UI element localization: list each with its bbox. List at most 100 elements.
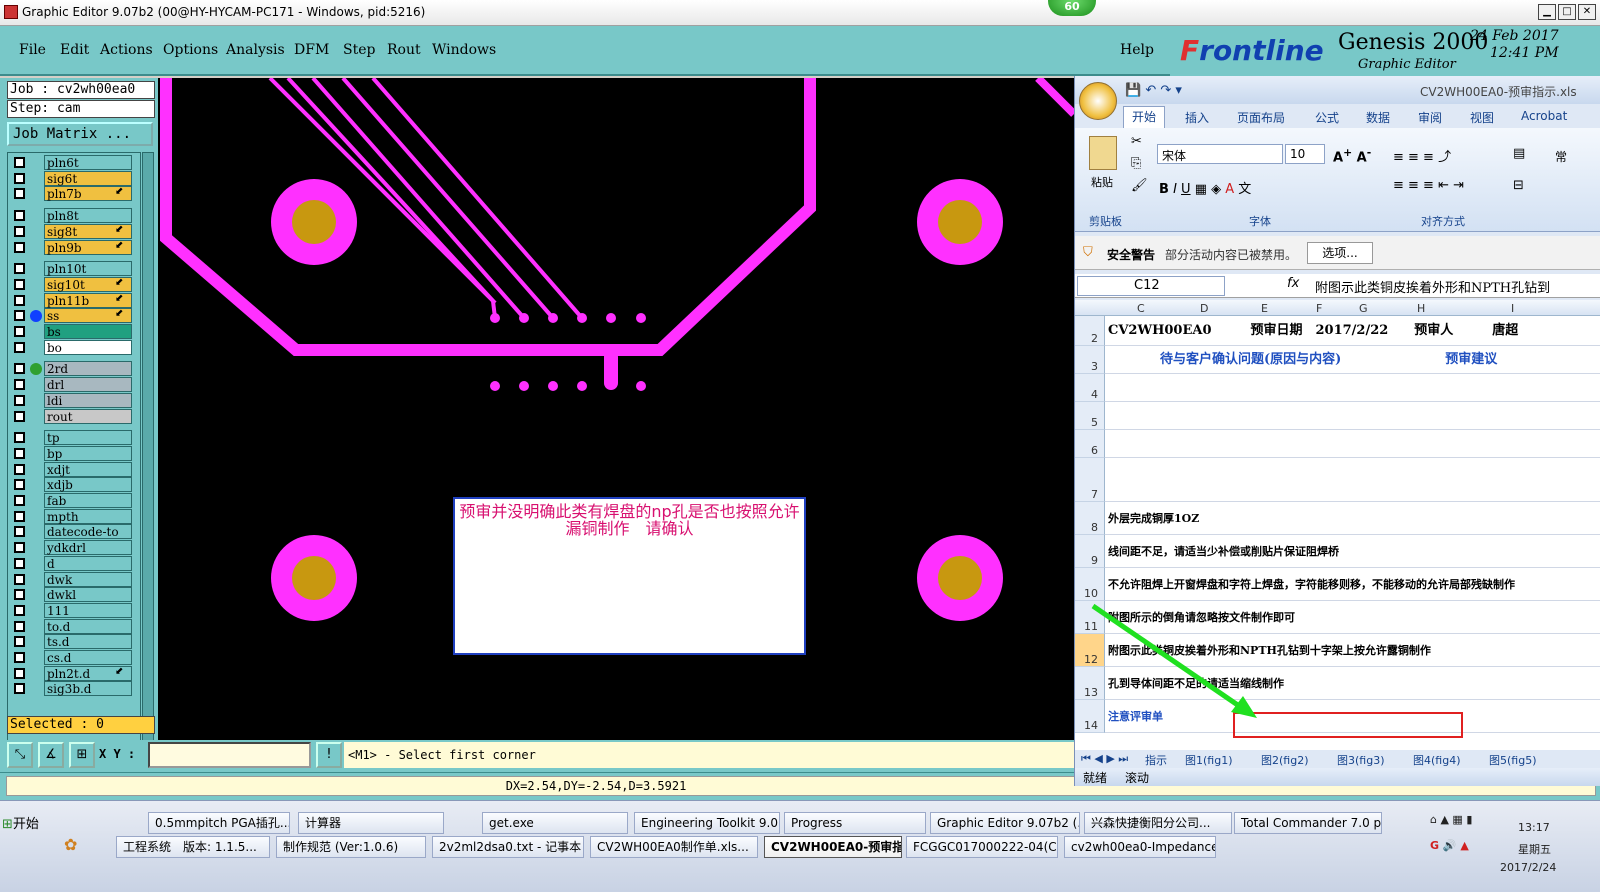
clock-weekday[interactable]: 星期五 bbox=[1518, 841, 1551, 857]
layer-name[interactable]: bp bbox=[44, 445, 132, 461]
row-header[interactable]: 8 bbox=[1075, 502, 1105, 535]
name-box[interactable]: C12 bbox=[1077, 276, 1225, 296]
layer-checkbox[interactable] bbox=[14, 363, 25, 375]
layer-name[interactable]: dwkl bbox=[44, 587, 132, 603]
layer-row[interactable]: sig8t ⬋ bbox=[8, 223, 140, 239]
menu-options[interactable]: Options bbox=[163, 42, 218, 58]
layer-row[interactable]: pln9b ⬋ bbox=[8, 239, 140, 255]
layer-checkbox[interactable] bbox=[14, 542, 25, 554]
layer-row[interactable]: rout bbox=[8, 408, 140, 424]
layer-checkbox[interactable] bbox=[14, 604, 25, 616]
zoom-icon[interactable]: ⤡ bbox=[7, 742, 33, 768]
measure-icon[interactable]: ∡ bbox=[38, 742, 64, 768]
layer-row[interactable]: bo bbox=[8, 339, 140, 355]
taskbar-item[interactable]: CV2WH00EA0制作单.xls... bbox=[590, 836, 758, 858]
row-header[interactable]: 7 bbox=[1075, 458, 1105, 502]
layer-row[interactable]: dwk bbox=[8, 571, 140, 587]
layer-row[interactable]: pln6t bbox=[8, 155, 140, 170]
sheet-cell[interactable]: CV2WH00EA0 预审日期 2017/2/22 预审人 唐超 bbox=[1105, 316, 1600, 346]
tray-volume-icon[interactable]: G 🔊 ▲ bbox=[1430, 839, 1469, 852]
layer-row[interactable]: xdjb bbox=[8, 477, 140, 493]
row-header[interactable]: 9 bbox=[1075, 535, 1105, 568]
taskbar-item[interactable]: Graphic Editor 9.07b2 (... bbox=[930, 812, 1080, 834]
menu-windows[interactable]: Windows bbox=[432, 42, 496, 58]
layer-name[interactable]: to.d bbox=[44, 618, 132, 634]
column-header[interactable]: D bbox=[1200, 302, 1208, 315]
layer-name[interactable]: cs.d bbox=[44, 650, 132, 665]
taskbar-item[interactable]: 2v2ml2dsa0.txt - 记事本 bbox=[432, 836, 584, 858]
layer-row[interactable]: pln7b ⬋ bbox=[8, 186, 140, 202]
layer-checkbox[interactable] bbox=[14, 157, 25, 168]
sheet-tab[interactable]: 图3(fig3) bbox=[1337, 752, 1385, 768]
paste-label[interactable]: 粘贴 bbox=[1091, 174, 1113, 190]
quick-access-toolbar[interactable]: 💾 ↶ ↷ ▾ bbox=[1125, 83, 1182, 98]
layer-row[interactable]: fab bbox=[8, 493, 140, 508]
layer-name[interactable]: sig3b.d bbox=[44, 681, 132, 697]
tray-icons[interactable]: ⌂ ▲ ▦ ▮ bbox=[1430, 813, 1472, 826]
layer-name[interactable]: dwk bbox=[44, 571, 132, 587]
layer-name[interactable]: sig6t bbox=[44, 170, 132, 186]
taskbar-item[interactable]: 兴森快捷衡阳分公司... bbox=[1084, 812, 1232, 834]
sheet-tab[interactable]: 图5(fig5) bbox=[1489, 752, 1537, 768]
excel-titlebar[interactable]: 💾 ↶ ↷ ▾ CV2WH00EA0-预审指示.xls bbox=[1075, 76, 1600, 104]
window-titlebar[interactable]: Graphic Editor 9.07b2 (00@HY-HYCAM-PC171… bbox=[0, 0, 1600, 26]
layer-row[interactable]: bp bbox=[8, 445, 140, 461]
layer-checkbox[interactable] bbox=[14, 573, 25, 585]
layer-checkbox[interactable] bbox=[14, 683, 25, 695]
layer-checkbox[interactable] bbox=[14, 210, 25, 222]
layer-row[interactable]: bs bbox=[8, 324, 140, 339]
layer-checkbox[interactable] bbox=[14, 557, 25, 569]
layer-name[interactable]: bo bbox=[44, 339, 132, 355]
layer-row[interactable]: pln10t bbox=[8, 261, 140, 277]
layer-name[interactable]: fab bbox=[44, 493, 132, 508]
layer-name[interactable]: 111 bbox=[44, 602, 132, 618]
sheet-cell[interactable]: 待与客户确认问题(原因与内容) 预审建议 bbox=[1105, 346, 1600, 374]
sheet-nav-icons[interactable]: ⏮ ◀ ▶ ⏭ bbox=[1081, 752, 1128, 766]
sheet-cell[interactable] bbox=[1105, 458, 1600, 502]
taskbar-item[interactable]: 工程系统 版本: 1.1.5... bbox=[116, 836, 270, 858]
close-button[interactable]: ✕ bbox=[1578, 4, 1596, 20]
layer-row[interactable]: datecode-to bbox=[8, 524, 140, 540]
taskbar-item[interactable]: Progress bbox=[784, 812, 926, 834]
grid-icon[interactable]: ⊞ bbox=[69, 742, 95, 768]
layer-checkbox[interactable] bbox=[14, 379, 25, 391]
layer-checkbox[interactable] bbox=[14, 225, 25, 237]
row-header[interactable]: 4 bbox=[1075, 374, 1105, 402]
menu-dfm[interactable]: DFM bbox=[294, 42, 329, 58]
row-header[interactable]: 3 bbox=[1075, 346, 1105, 374]
layer-row[interactable]: drl bbox=[8, 377, 140, 393]
font-name-select[interactable]: 宋体 bbox=[1157, 144, 1283, 164]
taskbar-item[interactable]: cv2wh00ea0-Impedance... bbox=[1064, 836, 1216, 858]
layer-name[interactable]: ldi bbox=[44, 392, 132, 408]
sheet-cell[interactable]: 不允许阻焊上开窗焊盘和字符上焊盘，字符能移则移，不能移动的允许局部残缺制作 bbox=[1105, 568, 1600, 601]
layer-checkbox[interactable] bbox=[14, 510, 25, 522]
flower-icon[interactable]: ✿ bbox=[64, 835, 77, 854]
menu-step[interactable]: Step bbox=[343, 42, 375, 58]
format-painter-icon[interactable]: 🖌 bbox=[1131, 178, 1148, 193]
sheet-cell[interactable] bbox=[1105, 430, 1600, 458]
tab-acrobat[interactable]: Acrobat bbox=[1521, 109, 1567, 123]
layer-checkbox[interactable] bbox=[14, 667, 25, 679]
font-size-select[interactable]: 10 bbox=[1285, 144, 1325, 164]
layer-row[interactable]: ss ⬋ bbox=[8, 308, 140, 324]
tab-layout[interactable]: 页面布局 bbox=[1237, 109, 1285, 126]
layer-name[interactable]: xdjb bbox=[44, 477, 132, 493]
taskbar-item[interactable]: CV2WH00EA0-预审指... bbox=[764, 836, 902, 858]
layer-checkbox[interactable] bbox=[14, 278, 25, 290]
layer-checkbox[interactable] bbox=[14, 341, 25, 353]
sheet-tab[interactable]: 图4(fig4) bbox=[1413, 752, 1461, 768]
sheet-tab[interactable]: 指示 bbox=[1145, 752, 1167, 768]
sheet-cell[interactable] bbox=[1105, 402, 1600, 430]
tab-home[interactable]: 开始 bbox=[1123, 106, 1166, 128]
taskbar-item[interactable]: get.exe bbox=[482, 812, 628, 834]
layer-checkbox[interactable] bbox=[14, 652, 25, 663]
layer-name[interactable]: pln6t bbox=[44, 155, 132, 170]
layer-checkbox[interactable] bbox=[14, 479, 25, 491]
clock-time[interactable]: 13:17 bbox=[1518, 821, 1550, 834]
fx-icon[interactable]: fx bbox=[1287, 276, 1299, 291]
maximize-button[interactable]: □ bbox=[1558, 4, 1576, 20]
sheet-tab[interactable]: 图1(fig1) bbox=[1185, 752, 1233, 768]
layer-name[interactable]: bs bbox=[44, 324, 132, 339]
layer-name[interactable]: ts.d bbox=[44, 634, 132, 650]
layer-checkbox[interactable] bbox=[14, 188, 25, 200]
